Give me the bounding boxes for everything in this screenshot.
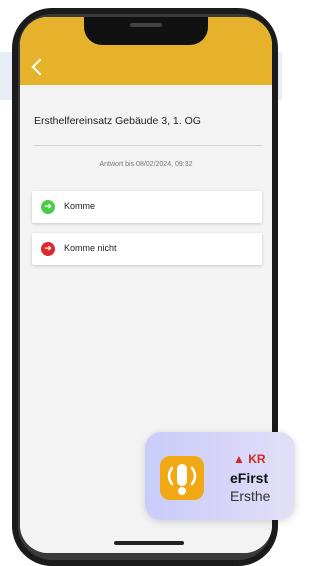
alert-broadcast-icon bbox=[160, 456, 204, 500]
speaker-grille bbox=[130, 23, 162, 27]
chevron-left-icon[interactable] bbox=[31, 58, 49, 76]
arrow-right-icon: ➜ bbox=[41, 242, 55, 256]
option-label: Komme nicht bbox=[64, 243, 117, 253]
push-notification[interactable]: ▲ KR eFirst Ersthe bbox=[145, 432, 295, 520]
alert-title: Ersthelfereinsatz Gebäude 3, 1. OG bbox=[34, 115, 201, 127]
phone-notch bbox=[84, 17, 208, 45]
option-label: Komme bbox=[64, 201, 96, 211]
notification-app-name: eFirst bbox=[230, 470, 269, 486]
response-deadline: Antwort bis 08/02/2024, 09:32 bbox=[99, 161, 193, 168]
arrow-right-icon: ➜ bbox=[41, 200, 55, 214]
notification-severity: ▲ KR bbox=[233, 452, 266, 466]
app-header bbox=[20, 17, 272, 85]
notification-text: Ersthe bbox=[230, 488, 271, 504]
home-indicator bbox=[114, 541, 184, 545]
option-komme-nicht[interactable]: ➜ Komme nicht bbox=[32, 233, 262, 265]
divider bbox=[34, 145, 262, 146]
option-komme[interactable]: ➜ Komme bbox=[32, 191, 262, 223]
